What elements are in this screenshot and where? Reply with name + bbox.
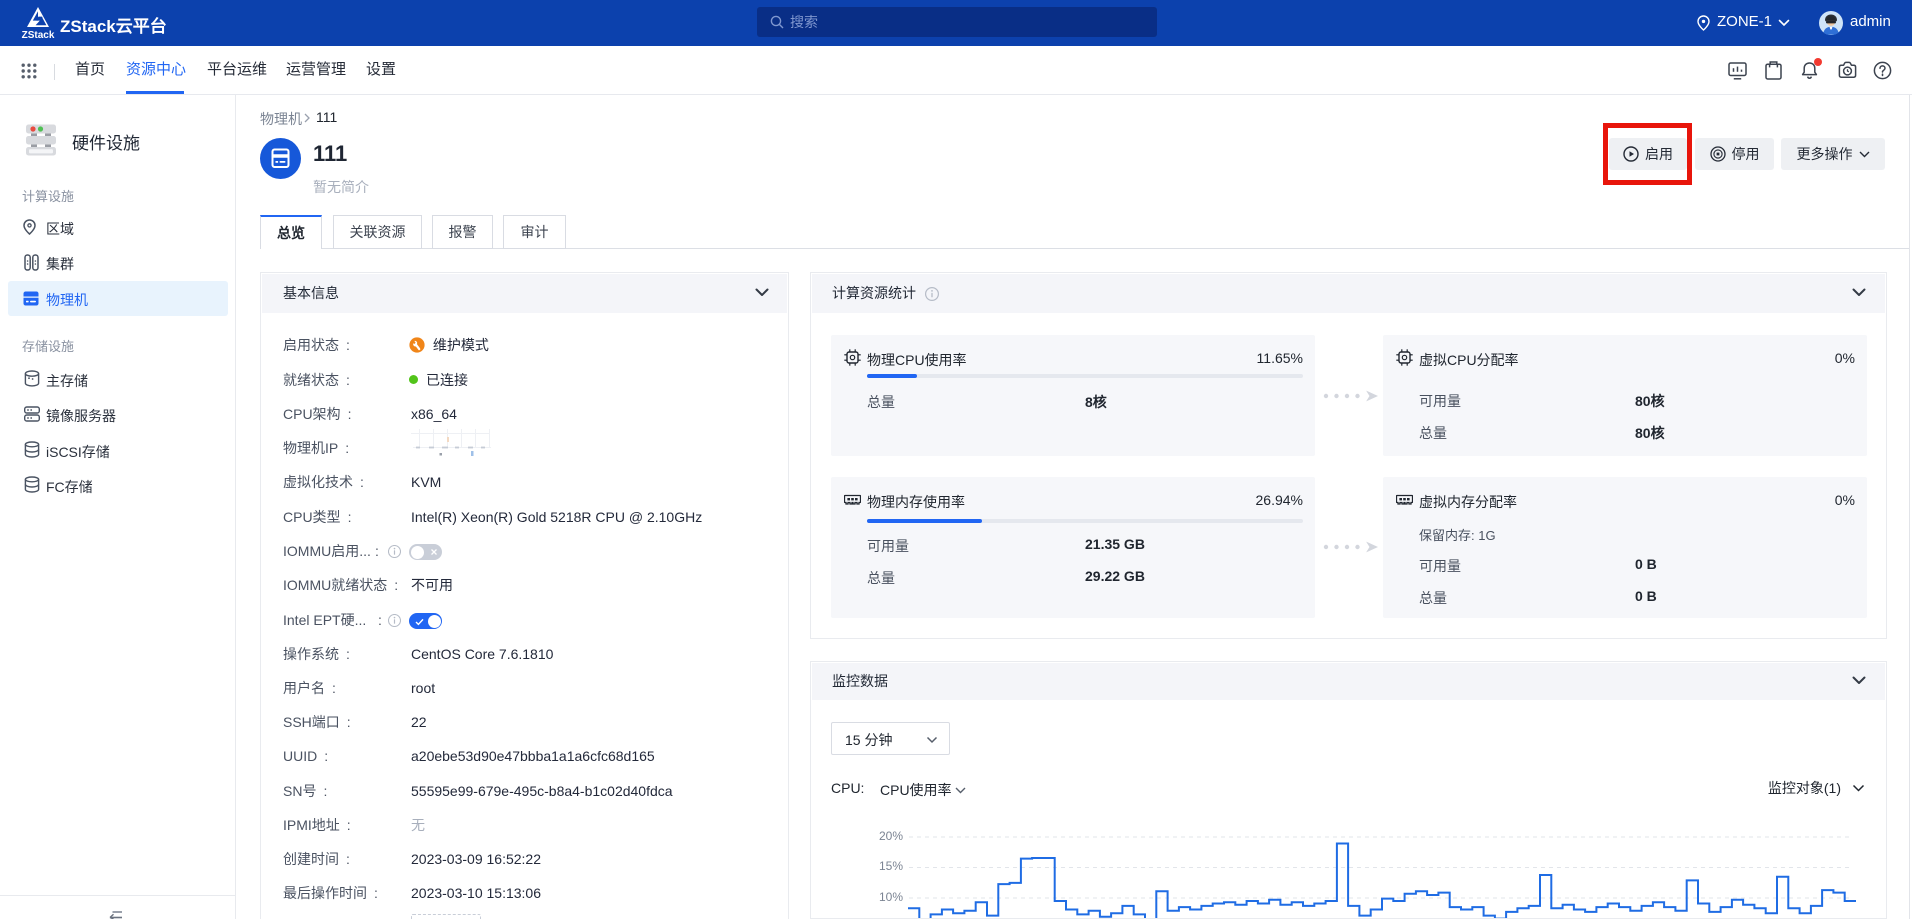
svg-text:ZStack: ZStack xyxy=(22,30,55,40)
